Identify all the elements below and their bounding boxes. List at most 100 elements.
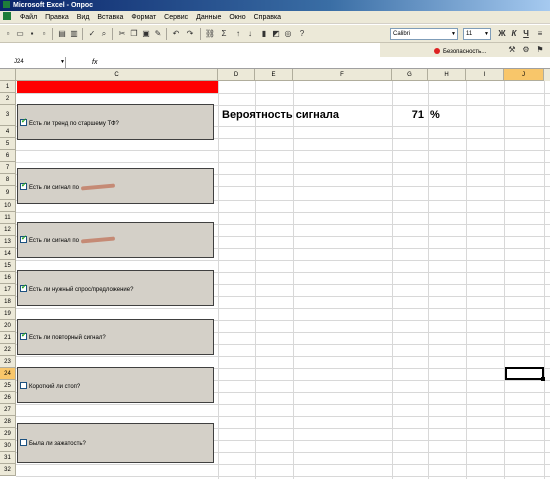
chevron-down-icon[interactable]: ▼ <box>60 57 65 68</box>
row-header-21[interactable]: 21 <box>0 332 16 344</box>
open-icon[interactable]: ▭ <box>14 28 26 40</box>
checkbox-checked-icon[interactable]: ✔ <box>20 332 27 340</box>
question-checkbox-1[interactable]: ✔ Есть ли тренд по старшему ТФ? <box>20 118 119 128</box>
menu-format[interactable]: Формат <box>128 11 159 24</box>
align-left-icon[interactable]: ≡ <box>534 28 546 40</box>
row-header-8[interactable]: 8 <box>0 174 16 186</box>
cut-icon[interactable]: ✂ <box>116 28 128 40</box>
font-name-select[interactable]: Calibri ▼ <box>390 28 458 40</box>
bold-button[interactable]: Ж <box>496 28 508 40</box>
column-header-f[interactable]: F <box>293 69 392 81</box>
spelling-icon[interactable]: ✓ <box>86 28 98 40</box>
name-box[interactable]: J24 <box>0 57 66 68</box>
checkbox-checked-icon[interactable]: ✔ <box>20 284 27 292</box>
print-preview-icon[interactable]: ▥ <box>68 28 80 40</box>
question-checkbox-4[interactable]: ✔ Есть ли нужный спрос/предложение? <box>20 284 133 294</box>
paste-icon[interactable]: ▣ <box>140 28 152 40</box>
column-header-i[interactable]: I <box>466 69 504 81</box>
design-mode-icon[interactable]: ⚑ <box>534 44 546 56</box>
row-header-6[interactable]: 6 <box>0 150 16 162</box>
undo-icon[interactable]: ↶ <box>170 28 182 40</box>
checkbox-checked-icon[interactable]: ✔ <box>20 118 27 126</box>
italic-button[interactable]: К <box>508 28 520 40</box>
column-header-h[interactable]: H <box>428 69 466 81</box>
select-all-corner[interactable] <box>0 69 16 81</box>
row-header-11[interactable]: 11 <box>0 212 16 224</box>
question-checkbox-6[interactable]: Короткий ли стоп? <box>20 382 80 391</box>
copy-icon[interactable]: ❐ <box>128 28 140 40</box>
redo-icon[interactable]: ↷ <box>184 28 196 40</box>
row-header-9[interactable]: 9 <box>0 186 16 200</box>
checkbox-unchecked-icon[interactable] <box>20 439 27 446</box>
format-painter-icon[interactable]: ✎ <box>152 28 164 40</box>
control-tool-icon[interactable]: ⚙ <box>520 44 532 56</box>
row-header-2[interactable]: 2 <box>0 93 16 105</box>
question-checkbox-2[interactable]: ✔ Есть ли сигнал по <box>20 182 115 192</box>
menu-view[interactable]: Вид <box>74 11 93 24</box>
row-header-12[interactable]: 12 <box>0 224 16 236</box>
menu-data[interactable]: Данные <box>193 11 224 24</box>
research-icon[interactable]: ⌕ <box>98 28 110 40</box>
permission-icon[interactable]: ▫ <box>38 28 50 40</box>
save-icon[interactable]: ▪ <box>26 28 38 40</box>
row-header-1[interactable]: 1 <box>0 81 16 93</box>
hyperlink-icon[interactable]: ⛓ <box>204 28 216 40</box>
row-header-27[interactable]: 27 <box>0 404 16 416</box>
font-size-select[interactable]: 11 ▼ <box>463 28 491 40</box>
fx-icon[interactable]: fx <box>92 57 97 68</box>
row-header-23[interactable]: 23 <box>0 356 16 368</box>
menu-file[interactable]: Файл <box>17 11 40 24</box>
menu-window[interactable]: Окно <box>226 11 248 24</box>
zoom-icon[interactable]: ◎ <box>282 28 294 40</box>
row-header-17[interactable]: 17 <box>0 284 16 296</box>
selected-cell-j24[interactable] <box>505 367 544 380</box>
form-tool-icon[interactable]: ⚒ <box>506 44 518 56</box>
row-header-25[interactable]: 25 <box>0 380 16 392</box>
autosum-icon[interactable]: Σ <box>218 28 230 40</box>
row-header-20[interactable]: 20 <box>0 320 16 332</box>
row-header-13[interactable]: 13 <box>0 236 16 248</box>
row-header-31[interactable]: 31 <box>0 452 16 464</box>
checkbox-checked-icon[interactable]: ✔ <box>20 182 27 190</box>
menu-help[interactable]: Справка <box>251 11 284 24</box>
print-icon[interactable]: ▤ <box>56 28 68 40</box>
row-header-16[interactable]: 16 <box>0 272 16 284</box>
checkbox-unchecked-icon[interactable] <box>20 382 27 389</box>
row-header-18[interactable]: 18 <box>0 296 16 308</box>
column-header-d[interactable]: D <box>218 69 255 81</box>
help-icon[interactable]: ? <box>296 28 308 40</box>
row-header-10[interactable]: 10 <box>0 200 16 212</box>
new-icon[interactable]: ▫ <box>2 28 14 40</box>
menu-tools[interactable]: Сервис <box>161 11 191 24</box>
row-header-3[interactable]: 3 <box>0 105 16 126</box>
sort-ascending-icon[interactable]: ↑ <box>232 28 244 40</box>
sort-descending-icon[interactable]: ↓ <box>244 28 256 40</box>
row-header-29[interactable]: 29 <box>0 428 16 440</box>
menu-edit[interactable]: Правка <box>42 11 72 24</box>
fill-handle[interactable] <box>541 377 545 381</box>
row-header-7[interactable]: 7 <box>0 162 16 174</box>
question-checkbox-3[interactable]: ✔ Есть ли сигнал по <box>20 235 115 245</box>
column-header-g[interactable]: G <box>392 69 428 81</box>
checkbox-checked-icon[interactable]: ✔ <box>20 235 27 243</box>
row-header-5[interactable]: 5 <box>0 138 16 150</box>
row-header-14[interactable]: 14 <box>0 248 16 260</box>
column-header-j[interactable]: J <box>504 69 544 81</box>
row-header-30[interactable]: 30 <box>0 440 16 452</box>
menu-insert[interactable]: Вставка <box>94 11 126 24</box>
row-header-22[interactable]: 22 <box>0 344 16 356</box>
column-header-c[interactable]: C <box>16 69 218 81</box>
column-header-e[interactable]: E <box>255 69 293 81</box>
chart-wizard-icon[interactable]: ▮ <box>258 28 270 40</box>
underline-button[interactable]: Ч <box>520 28 532 40</box>
row-header-19[interactable]: 19 <box>0 308 16 320</box>
question-checkbox-5[interactable]: ✔ Есть ли повторный сигнал? <box>20 332 106 342</box>
row-header-26[interactable]: 26 <box>0 392 16 404</box>
row-header-15[interactable]: 15 <box>0 260 16 272</box>
row-header-28[interactable]: 28 <box>0 416 16 428</box>
row-header-4[interactable]: 4 <box>0 126 16 138</box>
workbook-icon[interactable] <box>3 12 11 20</box>
row-header-32[interactable]: 32 <box>0 464 16 476</box>
drawing-icon[interactable]: ◩ <box>270 28 282 40</box>
question-checkbox-7[interactable]: Была ли зажатость? <box>20 439 86 448</box>
